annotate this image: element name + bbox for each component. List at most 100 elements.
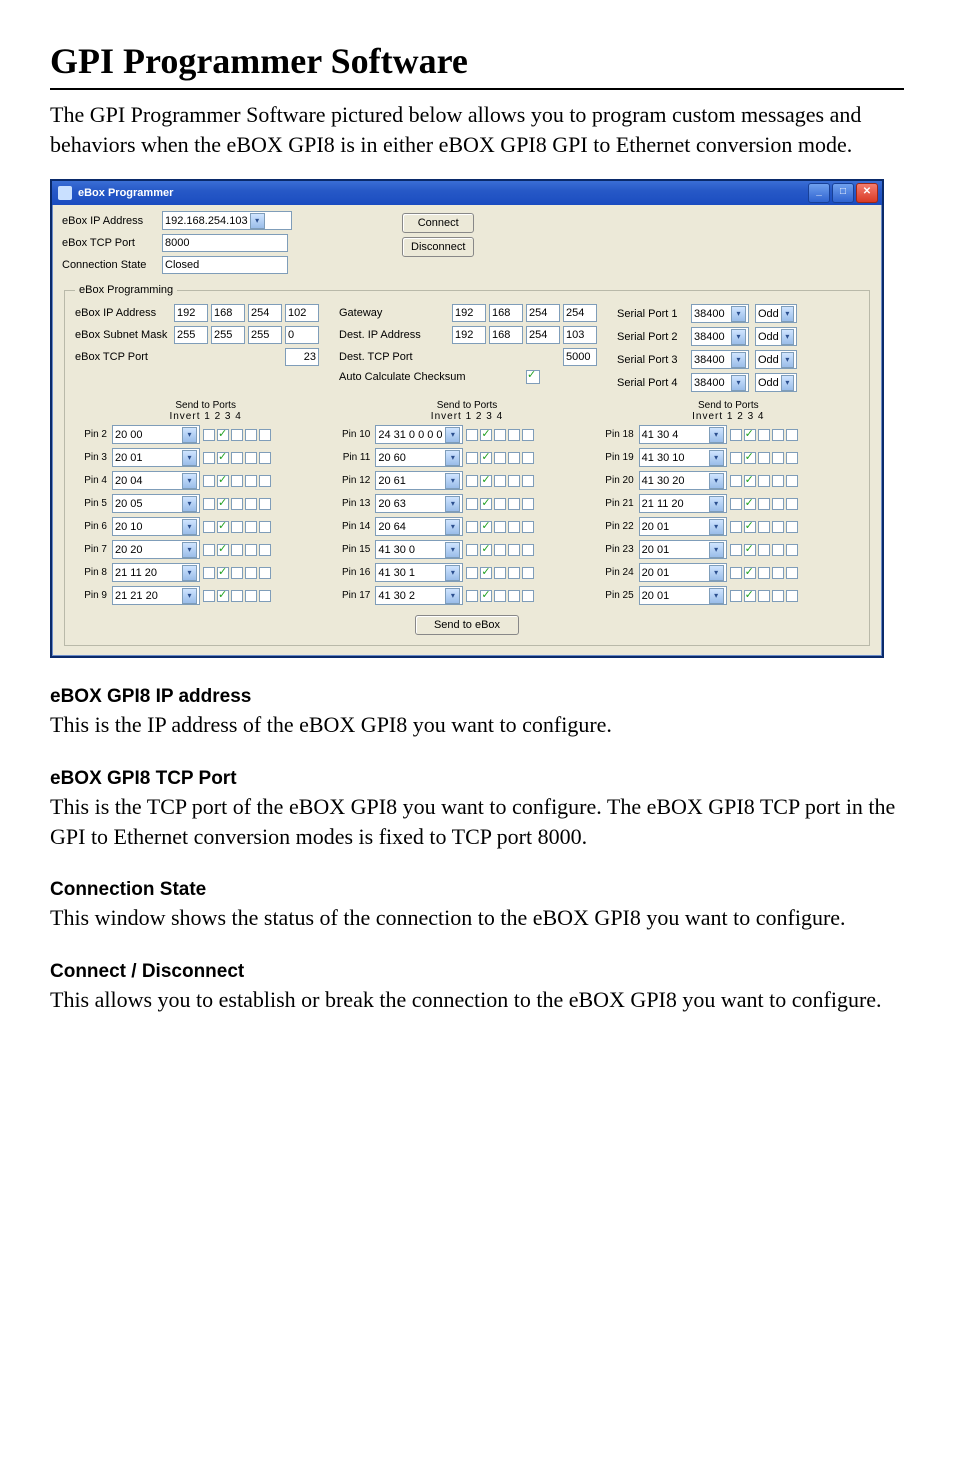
- chevron-down-icon[interactable]: ▾: [445, 427, 460, 443]
- chevron-down-icon[interactable]: ▾: [445, 588, 460, 604]
- pin-value-combo[interactable]: 20 05▾: [112, 494, 200, 513]
- gw-4[interactable]: [563, 304, 597, 322]
- gw-1[interactable]: [452, 304, 486, 322]
- port3-checkbox[interactable]: [508, 590, 520, 602]
- port3-checkbox[interactable]: [245, 452, 257, 464]
- port2-checkbox[interactable]: [494, 544, 506, 556]
- dip-2[interactable]: [489, 326, 523, 344]
- invert-checkbox[interactable]: [730, 567, 742, 579]
- chevron-down-icon[interactable]: ▾: [182, 542, 197, 558]
- port3-checkbox[interactable]: [245, 429, 257, 441]
- dip-1[interactable]: [452, 326, 486, 344]
- gw-3[interactable]: [526, 304, 560, 322]
- chevron-down-icon[interactable]: ▾: [709, 519, 724, 535]
- invert-checkbox[interactable]: [203, 498, 215, 510]
- port1-checkbox[interactable]: [217, 567, 229, 579]
- port1-checkbox[interactable]: [217, 429, 229, 441]
- port2-checkbox[interactable]: [494, 475, 506, 487]
- serial-parity-1[interactable]: Odd▾: [755, 304, 797, 323]
- port2-checkbox[interactable]: [758, 452, 770, 464]
- port3-checkbox[interactable]: [772, 521, 784, 533]
- pin-value-combo[interactable]: 20 00▾: [112, 425, 200, 444]
- invert-checkbox[interactable]: [466, 567, 478, 579]
- invert-checkbox[interactable]: [466, 544, 478, 556]
- port1-checkbox[interactable]: [217, 498, 229, 510]
- port2-checkbox[interactable]: [758, 475, 770, 487]
- port1-checkbox[interactable]: [480, 521, 492, 533]
- port3-checkbox[interactable]: [772, 429, 784, 441]
- chevron-down-icon[interactable]: ▾: [731, 306, 746, 322]
- pin-value-combo[interactable]: 20 04▾: [112, 471, 200, 490]
- pin-value-combo[interactable]: 20 61▾: [375, 471, 463, 490]
- pin-value-combo[interactable]: 20 63▾: [375, 494, 463, 513]
- port1-checkbox[interactable]: [217, 544, 229, 556]
- port4-checkbox[interactable]: [786, 567, 798, 579]
- ebox-ip-4[interactable]: [285, 304, 319, 322]
- port4-checkbox[interactable]: [522, 567, 534, 579]
- port1-checkbox[interactable]: [480, 452, 492, 464]
- pin-value-combo[interactable]: 20 20▾: [112, 540, 200, 559]
- chevron-down-icon[interactable]: ▾: [709, 588, 724, 604]
- port4-checkbox[interactable]: [786, 590, 798, 602]
- port4-checkbox[interactable]: [259, 544, 271, 556]
- port3-checkbox[interactable]: [508, 452, 520, 464]
- port3-checkbox[interactable]: [772, 590, 784, 602]
- port4-checkbox[interactable]: [786, 429, 798, 441]
- port1-checkbox[interactable]: [480, 567, 492, 579]
- chevron-down-icon[interactable]: ▾: [709, 427, 724, 443]
- dest-tcp-input[interactable]: [563, 348, 597, 366]
- serial-baud-1[interactable]: 38400▾: [691, 304, 749, 323]
- port2-checkbox[interactable]: [494, 567, 506, 579]
- port1-checkbox[interactable]: [744, 475, 756, 487]
- port3-checkbox[interactable]: [772, 567, 784, 579]
- port2-checkbox[interactable]: [758, 521, 770, 533]
- invert-checkbox[interactable]: [730, 521, 742, 533]
- port1-checkbox[interactable]: [217, 475, 229, 487]
- invert-checkbox[interactable]: [203, 567, 215, 579]
- port3-checkbox[interactable]: [508, 475, 520, 487]
- pin-value-combo[interactable]: 41 30 2▾: [375, 586, 463, 605]
- minimize-button[interactable]: _: [808, 183, 830, 203]
- port2-checkbox[interactable]: [231, 544, 243, 556]
- chevron-down-icon[interactable]: ▾: [445, 542, 460, 558]
- autocheck-checkbox[interactable]: [526, 370, 540, 384]
- invert-checkbox[interactable]: [730, 544, 742, 556]
- port2-checkbox[interactable]: [494, 498, 506, 510]
- port1-checkbox[interactable]: [217, 590, 229, 602]
- chevron-down-icon[interactable]: ▾: [250, 213, 265, 229]
- port3-checkbox[interactable]: [508, 498, 520, 510]
- port1-checkbox[interactable]: [744, 498, 756, 510]
- chevron-down-icon[interactable]: ▾: [709, 450, 724, 466]
- port3-checkbox[interactable]: [508, 429, 520, 441]
- port4-checkbox[interactable]: [259, 498, 271, 510]
- port4-checkbox[interactable]: [522, 452, 534, 464]
- port4-checkbox[interactable]: [786, 544, 798, 556]
- invert-checkbox[interactable]: [203, 452, 215, 464]
- chevron-down-icon[interactable]: ▾: [182, 427, 197, 443]
- port2-checkbox[interactable]: [231, 452, 243, 464]
- port2-checkbox[interactable]: [494, 429, 506, 441]
- pin-value-combo[interactable]: 20 01▾: [639, 540, 727, 559]
- port1-checkbox[interactable]: [480, 498, 492, 510]
- ebox-ip-2[interactable]: [211, 304, 245, 322]
- port2-checkbox[interactable]: [231, 567, 243, 579]
- ip-combo[interactable]: 192.168.254.103▾: [162, 211, 292, 230]
- chevron-down-icon[interactable]: ▾: [445, 473, 460, 489]
- pin-value-combo[interactable]: 41 30 4▾: [639, 425, 727, 444]
- port4-checkbox[interactable]: [786, 498, 798, 510]
- invert-checkbox[interactable]: [730, 590, 742, 602]
- chevron-down-icon[interactable]: ▾: [781, 329, 794, 345]
- pin-value-combo[interactable]: 21 11 20▾: [112, 563, 200, 582]
- chevron-down-icon[interactable]: ▾: [781, 375, 794, 391]
- connect-button[interactable]: Connect: [402, 213, 474, 233]
- port4-checkbox[interactable]: [786, 521, 798, 533]
- port1-checkbox[interactable]: [744, 567, 756, 579]
- pin-value-combo[interactable]: 20 01▾: [639, 517, 727, 536]
- port4-checkbox[interactable]: [522, 475, 534, 487]
- invert-checkbox[interactable]: [730, 452, 742, 464]
- port1-checkbox[interactable]: [217, 521, 229, 533]
- port4-checkbox[interactable]: [259, 452, 271, 464]
- ebox-ip-3[interactable]: [248, 304, 282, 322]
- disconnect-button[interactable]: Disconnect: [402, 237, 474, 257]
- pin-value-combo[interactable]: 20 64▾: [375, 517, 463, 536]
